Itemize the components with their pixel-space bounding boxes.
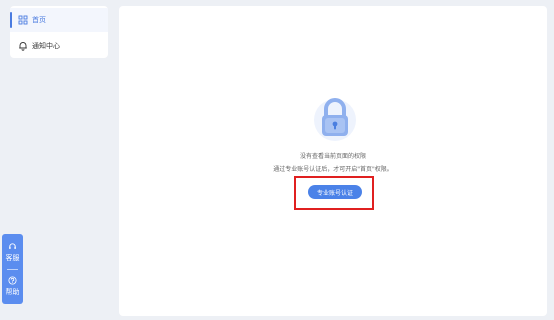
no-permission-message: 没有查看当前页面的权限 — [299, 153, 366, 160]
help-button[interactable]: 帮助 — [2, 270, 23, 303]
headset-icon — [9, 243, 16, 250]
grid-icon — [18, 15, 28, 25]
customer-service-label: 客服 — [5, 254, 20, 262]
bell-icon — [19, 42, 27, 51]
sidebar-item-home[interactable]: 首页 — [10, 8, 108, 32]
sidebar-item-notifications[interactable]: 通知中心 — [10, 34, 108, 58]
floating-help-bar: 客服 帮助 — [2, 234, 23, 304]
sidebar-item-label: 通知中心 — [32, 42, 60, 50]
main-content: 没有查看当前页面的权限 通过专业账号认证后，才可开启"首页"权限。 专业账号认证 — [119, 6, 547, 316]
help-label: 帮助 — [5, 288, 20, 296]
sidebar-item-label: 首页 — [32, 16, 46, 24]
customer-service-button[interactable]: 客服 — [2, 236, 23, 269]
help-icon — [8, 276, 17, 285]
lock-icon — [314, 98, 356, 141]
verification-hint: 通过专业账号认证后，才可开启"首页"权限。 — [273, 166, 393, 173]
professional-verify-button[interactable]: 专业账号认证 — [308, 185, 362, 199]
sidebar-nav: 首页 通知中心 — [10, 6, 108, 58]
